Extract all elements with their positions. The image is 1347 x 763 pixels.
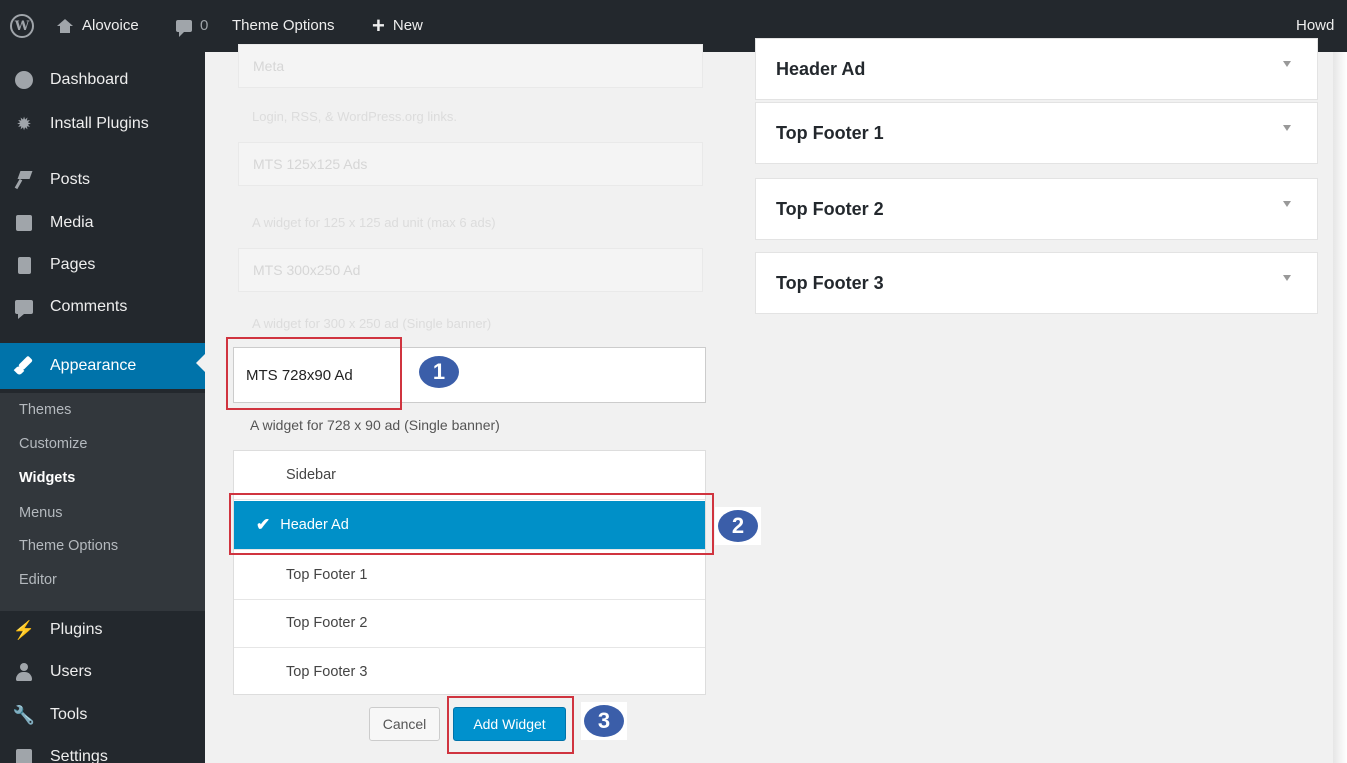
submenu-customize[interactable]: Customize [19,436,88,452]
submenu-theme-options[interactable]: Theme Options [19,538,118,554]
widget-area-top-footer-3[interactable]: Top Footer 3 [755,252,1318,314]
menu-install-plugins[interactable]: ✹ Install Plugins [0,104,205,144]
caret-down-icon[interactable] [1283,201,1291,207]
widget-area-chooser: Sidebar ✔ Header Ad Top Footer 1 Top Foo… [233,450,706,695]
comments-link[interactable]: 0 [176,0,208,52]
paintbrush-icon [13,355,35,377]
menu-label: Posts [50,171,91,188]
submenu-menus[interactable]: Menus [19,505,63,521]
widget-area-top-footer-2[interactable]: Top Footer 2 [755,178,1318,240]
widget-meta[interactable]: Meta [238,44,703,88]
home-icon [56,19,74,33]
widget-mts-125[interactable]: MTS 125x125 Ads [238,142,703,186]
user-icon [13,661,35,683]
menu-label: Settings [50,748,108,763]
widget-meta-desc: Login, RSS, & WordPress.org links. [252,109,457,124]
menu-label: Dashboard [50,71,129,88]
widget-area-top-footer-1[interactable]: Top Footer 1 [755,102,1318,164]
submenu-editor[interactable]: Editor [19,572,57,588]
comment-bubble-icon [13,296,35,319]
media-icon [13,212,35,234]
settings-icon [13,746,35,763]
active-indicator [196,354,205,372]
widget-area-title: Top Footer 3 [776,272,884,293]
menu-label: Users [50,663,92,680]
area-option-top-footer-3[interactable]: Top Footer 3 [234,647,705,696]
step-number: 3 [584,705,624,737]
area-option-top-footer-1[interactable]: Top Footer 1 [234,551,705,600]
menu-label: Appearance [50,357,137,374]
selected-widget-desc: A widget for 728 x 90 ad (Single banner) [250,417,500,433]
dashboard-icon [13,69,35,91]
widgets-main-content: Meta Login, RSS, & WordPress.org links. … [205,38,1347,763]
pages-icon [13,254,35,276]
menu-posts[interactable]: Posts [0,160,205,200]
area-option-top-footer-2[interactable]: Top Footer 2 [234,599,705,648]
widget-area-title: Header Ad [776,58,866,79]
appearance-submenu: Themes Customize Widgets Menus Theme Opt… [0,393,205,611]
widget-area-title: Top Footer 1 [776,122,884,143]
widget-mts-125-desc: A widget for 125 x 125 ad unit (max 6 ad… [252,215,496,230]
pin-icon [13,169,35,191]
menu-tools[interactable]: 🔧 Tools [0,695,205,735]
menu-dashboard[interactable]: Dashboard [0,60,205,100]
comments-count: 0 [200,17,209,34]
menu-plugins[interactable]: ⚡ Plugins [0,610,205,650]
widget-area-header-ad[interactable]: Header Ad [755,38,1318,100]
cancel-button[interactable]: Cancel [369,707,440,741]
comment-bubble-icon [176,20,192,37]
step-badge-2: 2 [715,507,761,545]
screenshot-edge-shadow [1333,52,1347,763]
menu-settings[interactable]: Settings [0,737,205,763]
admin-sidebar: Dashboard ✹ Install Plugins Posts Media … [0,52,205,763]
menu-label: Tools [50,706,88,723]
caret-down-icon[interactable] [1283,61,1291,67]
site-name-link[interactable]: Alovoice [56,0,139,52]
menu-appearance[interactable]: Appearance [0,343,205,389]
highlight-box-step-3 [447,696,574,754]
caret-down-icon[interactable] [1283,275,1291,281]
step-badge-1: 1 [416,353,462,391]
highlight-box-step-1 [226,337,402,410]
step-badge-3: 3 [581,702,627,740]
step-number: 1 [419,356,459,388]
wrench-icon: 🔧 [12,704,36,725]
widget-mts-300[interactable]: MTS 300x250 Ad [238,248,703,292]
submenu-themes[interactable]: Themes [19,402,71,418]
menu-pages[interactable]: Pages [0,245,205,285]
menu-label: Install Plugins [50,115,149,132]
caret-down-icon[interactable] [1283,125,1291,131]
menu-label: Comments [50,298,128,315]
menu-label: Media [50,214,94,231]
site-name-label: Alovoice [82,17,139,34]
widget-mts-300-desc: A widget for 300 x 250 ad (Single banner… [252,316,492,331]
submenu-widgets[interactable]: Widgets [19,470,75,486]
step-number: 2 [718,510,758,542]
widget-area-title: Top Footer 2 [776,198,884,219]
plug-icon: ⚡ [12,619,36,640]
menu-users[interactable]: Users [0,652,205,692]
gear-icon: ✹ [16,113,32,134]
menu-comments[interactable]: Comments [0,287,205,327]
menu-label: Pages [50,256,96,273]
wordpress-logo-icon[interactable]: W [10,14,34,38]
menu-label: Plugins [50,621,103,638]
highlight-box-step-2 [229,493,714,555]
plus-icon: + [372,13,385,38]
menu-media[interactable]: Media [0,203,205,243]
